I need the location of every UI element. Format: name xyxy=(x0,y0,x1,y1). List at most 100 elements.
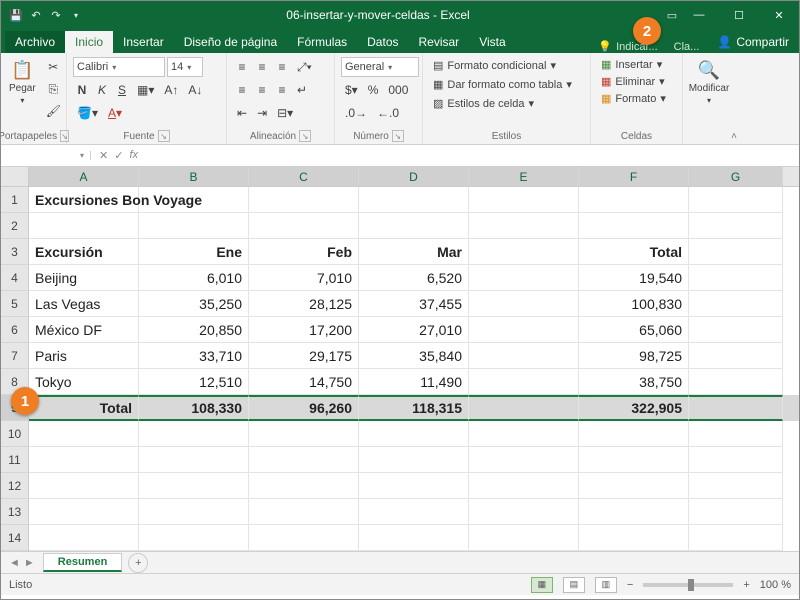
align-top-button[interactable]: ≡ xyxy=(233,57,251,77)
border-button[interactable]: ▦▾ xyxy=(133,80,158,100)
tab-formulas[interactable]: Fórmulas xyxy=(287,31,357,53)
tab-file[interactable]: Archivo xyxy=(5,31,65,53)
view-page-break-button[interactable]: ▥ xyxy=(595,577,617,593)
align-center-button[interactable]: ≡ xyxy=(253,80,271,100)
row-header[interactable]: 11 xyxy=(1,447,28,473)
col-header[interactable]: F xyxy=(579,167,689,186)
status-ready: Listo xyxy=(9,579,32,591)
delete-cells-button[interactable]: ▦Eliminar▾ xyxy=(597,74,676,89)
row-header[interactable]: 5 xyxy=(1,291,28,317)
zoom-out-button[interactable]: − xyxy=(627,579,633,591)
signin[interactable]: Cla... xyxy=(666,41,708,53)
save-icon[interactable]: 💾 xyxy=(9,8,23,22)
row-header[interactable]: 10 xyxy=(1,421,28,447)
enter-icon[interactable]: ✓ xyxy=(114,149,123,162)
new-sheet-button[interactable]: + xyxy=(128,553,148,573)
zoom-in-button[interactable]: + xyxy=(743,579,749,591)
row-header[interactable]: 13 xyxy=(1,499,28,525)
dialog-launcher-icon[interactable]: ↘ xyxy=(392,130,404,142)
tab-view[interactable]: Vista xyxy=(469,31,515,53)
currency-button[interactable]: $▾ xyxy=(341,80,362,100)
merge-button[interactable]: ⊟▾ xyxy=(273,103,297,123)
row-header[interactable]: 3 xyxy=(1,239,28,265)
cell[interactable]: Excursiones Bon Voyage xyxy=(29,187,139,213)
comma-button[interactable]: 000 xyxy=(384,80,412,100)
format-as-table-button[interactable]: ▦Dar formato como tabla▾ xyxy=(429,76,584,93)
conditional-formatting-button[interactable]: ▤Formato condicional▾ xyxy=(429,57,584,74)
cell-styles-button[interactable]: ▨Estilos de celda▾ xyxy=(429,95,584,112)
insert-cells-button[interactable]: ▦Insertar▾ xyxy=(597,57,676,72)
increase-font-button[interactable]: A↑ xyxy=(160,80,182,100)
undo-icon[interactable]: ↶ xyxy=(29,8,43,22)
share-button[interactable]: 👤Compartir xyxy=(707,31,799,53)
tab-data[interactable]: Datos xyxy=(357,31,408,53)
format-painter-button[interactable]: 🖌 xyxy=(42,101,65,121)
ribbon-options-icon[interactable]: ▭ xyxy=(665,8,679,22)
view-page-layout-button[interactable]: ▤ xyxy=(563,577,585,593)
font-color-button[interactable]: A▾ xyxy=(104,103,126,123)
name-box[interactable]: ▾ xyxy=(1,151,91,160)
col-header[interactable]: G xyxy=(689,167,783,186)
qat-customize-icon[interactable]: ▾ xyxy=(69,8,83,22)
selected-row[interactable]: Total108,33096,260118,315322,905 xyxy=(29,395,799,421)
sheet-tab[interactable]: Resumen xyxy=(43,553,123,572)
col-header[interactable]: B xyxy=(139,167,249,186)
fx-icon[interactable]: fx xyxy=(129,149,138,162)
increase-indent-button[interactable]: ⇥ xyxy=(253,103,271,123)
percent-button[interactable]: % xyxy=(364,80,383,100)
select-all-button[interactable] xyxy=(1,167,28,187)
fill-color-button[interactable]: 🪣▾ xyxy=(73,103,102,123)
wrap-text-button[interactable]: ↵ xyxy=(293,80,311,100)
group-alignment: ≡ ≡ ≡ ⤢▾ ≡ ≡ ≡ ↵ ⇤ ⇥ ⊟▾ Alineación↘ xyxy=(227,53,335,144)
delete-icon: ▦ xyxy=(601,75,611,88)
cut-button[interactable]: ✂ xyxy=(42,57,65,77)
zoom-level[interactable]: 100 % xyxy=(760,579,791,591)
align-middle-button[interactable]: ≡ xyxy=(253,57,271,77)
row-header[interactable]: 7 xyxy=(1,343,28,369)
align-left-button[interactable]: ≡ xyxy=(233,80,251,100)
collapse-ribbon-icon[interactable]: ˄ xyxy=(731,131,737,142)
align-bottom-button[interactable]: ≡ xyxy=(273,57,291,77)
row-header[interactable]: 4 xyxy=(1,265,28,291)
view-normal-button[interactable]: ▦ xyxy=(531,577,553,593)
tab-home[interactable]: Inicio xyxy=(65,31,113,53)
orientation-button[interactable]: ⤢▾ xyxy=(293,57,316,77)
cancel-icon[interactable]: ✕ xyxy=(99,149,108,162)
decrease-decimal-button[interactable]: ←.0 xyxy=(373,103,403,123)
underline-button[interactable]: S xyxy=(113,80,131,100)
close-button[interactable]: ✕ xyxy=(759,1,799,29)
row-header[interactable]: 2 xyxy=(1,213,28,239)
row-header[interactable]: 14 xyxy=(1,525,28,551)
font-size-combo[interactable]: 14▾ xyxy=(167,57,203,77)
col-header[interactable]: E xyxy=(469,167,579,186)
zoom-slider[interactable] xyxy=(643,583,733,587)
dialog-launcher-icon[interactable]: ↘ xyxy=(158,130,170,142)
bold-button[interactable]: N xyxy=(73,80,91,100)
row-header[interactable]: 6 xyxy=(1,317,28,343)
align-right-button[interactable]: ≡ xyxy=(273,80,291,100)
col-header[interactable]: A xyxy=(29,167,139,186)
row-header[interactable]: 12 xyxy=(1,473,28,499)
increase-decimal-button[interactable]: .0→ xyxy=(341,103,371,123)
format-cells-button[interactable]: ▦Formato▾ xyxy=(597,91,676,106)
tab-page-layout[interactable]: Diseño de página xyxy=(174,31,287,53)
sheet-prev-icon[interactable]: ◄ xyxy=(9,557,20,569)
number-format-combo[interactable]: General▾ xyxy=(341,57,419,77)
col-header[interactable]: D xyxy=(359,167,469,186)
col-header[interactable]: C xyxy=(249,167,359,186)
decrease-font-button[interactable]: A↓ xyxy=(184,80,206,100)
sheet-next-icon[interactable]: ► xyxy=(24,557,35,569)
tab-review[interactable]: Revisar xyxy=(409,31,470,53)
tab-insert[interactable]: Insertar xyxy=(113,31,174,53)
paste-button[interactable]: 📋 Pegar ▾ xyxy=(7,57,38,121)
font-name-combo[interactable]: Calibri▾ xyxy=(73,57,165,77)
find-select-button[interactable]: 🔍 Modificar ▾ xyxy=(689,57,729,108)
italic-button[interactable]: K xyxy=(93,80,111,100)
decrease-indent-button[interactable]: ⇤ xyxy=(233,103,251,123)
maximize-button[interactable]: ☐ xyxy=(719,1,759,29)
minimize-button[interactable]: — xyxy=(679,1,719,29)
dialog-launcher-icon[interactable]: ↘ xyxy=(299,130,311,142)
row-header[interactable]: 1 xyxy=(1,187,28,213)
redo-icon[interactable]: ↷ xyxy=(49,8,63,22)
copy-button[interactable]: ⎘ xyxy=(42,79,65,99)
